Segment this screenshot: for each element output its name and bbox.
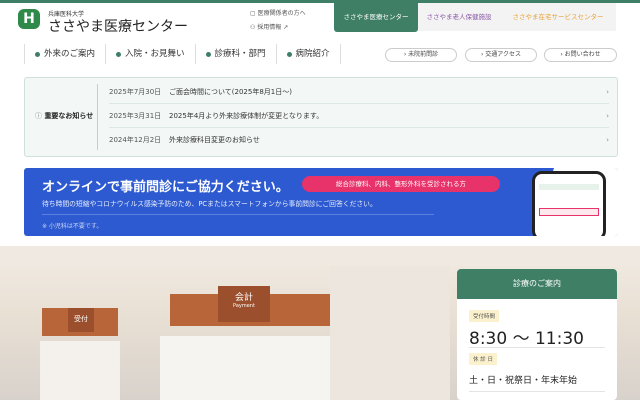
pre-consultation-button[interactable]: › 未院前問診	[385, 48, 457, 62]
nav-departments[interactable]: 診療科・部門	[194, 44, 276, 64]
tab-medical-center[interactable]: ささやま医療センター	[334, 3, 418, 32]
hours-label: 受付時間	[469, 310, 500, 322]
contact-button[interactable]: › お問い合わせ	[544, 48, 617, 62]
pill-label: 交通アクセス	[485, 51, 521, 58]
bullet-icon	[116, 51, 122, 57]
link-label: 採用情報	[257, 24, 282, 31]
chevron-right-icon: ›	[606, 112, 609, 120]
main-nav: 外来のご案内 入院・お見舞い 診療科・部門 病院紹介	[24, 44, 341, 64]
closed-days: 土・日・祝祭日・年末年始	[469, 376, 578, 386]
payment-sign: 会計 Payment	[218, 286, 270, 322]
notice-date: 2025年3月31日	[109, 112, 162, 120]
nav-label: 病院紹介	[295, 49, 330, 59]
bullet-icon	[205, 51, 211, 57]
payment-sign-en: Payment	[233, 303, 255, 309]
bullet-icon	[286, 51, 292, 57]
nav-inpatient[interactable]: 入院・お見舞い	[105, 44, 195, 64]
divider	[469, 391, 605, 392]
reception-hours: 8:30 〜 11:30	[469, 329, 584, 349]
notice-date: 2025年7月30日	[109, 88, 162, 96]
chevron-right-icon: ›	[606, 88, 609, 96]
banner-title: オンラインで事前問診にご協力ください。	[42, 180, 289, 195]
banner-subtitle: 待ち時間の短縮やコロナウイルス感染予防のため、PCまたはスマートフォンから事前問…	[42, 200, 377, 208]
info-icon: ⓘ	[35, 112, 42, 120]
banner-tag: 総合診療科、内科、整形外科を受診される方	[302, 176, 500, 192]
nav-about[interactable]: 病院紹介	[275, 44, 341, 64]
recruit-link[interactable]: ⚇ 採用情報 ↗	[250, 22, 288, 31]
notice-item[interactable]: 2025年3月31日 2025年4月より外来診療体制が変更となります。 ›	[109, 104, 609, 128]
link-label: 医療関係者の方へ	[257, 10, 306, 17]
divider	[97, 84, 98, 150]
consultation-info-card: 診療のご案内 受付時間 8:30 〜 11:30 休 診 日 土・日・祝祭日・年…	[457, 269, 617, 400]
notice-item[interactable]: 2024年12月2日 外来診療科目変更のお知らせ ›	[109, 128, 609, 152]
pill-label: お問い合わせ	[564, 51, 601, 58]
smartphone-illustration	[532, 171, 606, 236]
important-notice-box: ⓘ 重要なお知らせ 2025年7月30日 ご面会時間について(2025年8月1日〜…	[24, 77, 618, 157]
nav-label: 外来のご案内	[44, 49, 96, 59]
access-button[interactable]: › 交通アクセス	[465, 48, 537, 62]
notice-item[interactable]: 2025年7月30日 ご面会時間について(2025年8月1日〜) ›	[109, 80, 609, 104]
divider	[469, 347, 605, 348]
card-title: 診療のご案内	[457, 269, 617, 299]
notice-date: 2024年12月2日	[109, 136, 162, 144]
hospital-logo-icon[interactable]: H	[18, 9, 40, 29]
site-name[interactable]: ささやま医療センター	[48, 16, 188, 36]
online-questionnaire-banner[interactable]: オンラインで事前問診にご協力ください。 総合診療科、内科、整形外科を受診される方…	[24, 168, 618, 236]
notice-text: 2025年4月より外来診療体制が変更となります。	[169, 112, 324, 120]
reception-sign: 受付	[68, 308, 94, 332]
tab-home-service[interactable]: ささやま在宅サービスセンター	[500, 3, 616, 31]
bullet-icon	[35, 51, 40, 57]
nav-outpatient[interactable]: 外来のご案内	[24, 44, 105, 64]
payment-sign-jp: 会計	[234, 293, 253, 303]
tab-elderly-care[interactable]: ささやま老人保健施設	[418, 3, 500, 31]
closed-days-label: 休 診 日	[469, 353, 497, 365]
divider	[42, 214, 434, 215]
notice-label: ⓘ 重要なお知らせ	[35, 112, 94, 120]
notice-text: 外来診療科目変更のお知らせ	[169, 136, 260, 144]
nav-label: 診療科・部門	[214, 49, 266, 59]
nav-label: 入院・お見舞い	[125, 49, 185, 59]
notice-text: ご面会時間について(2025年8月1日〜)	[169, 88, 292, 96]
external-link-icon: ↗	[283, 24, 289, 31]
banner-note: ※ 小児科は不要です。	[42, 223, 103, 230]
chevron-right-icon: ›	[606, 136, 609, 144]
medical-professionals-link[interactable]: ▢ 医療関係者の方へ	[250, 8, 306, 17]
pill-label: 未院前問診	[408, 51, 439, 58]
